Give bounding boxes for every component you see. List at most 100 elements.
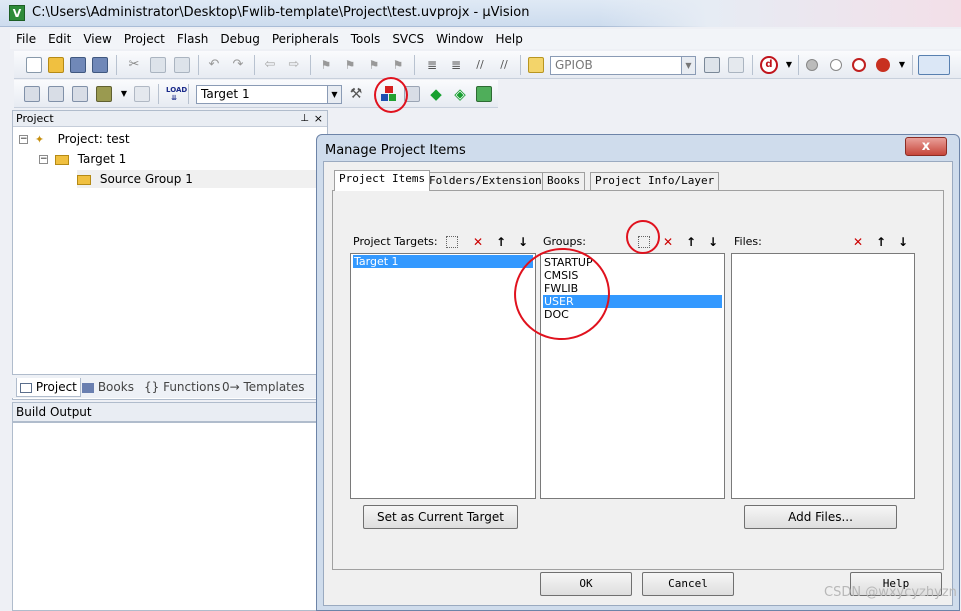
tab-books-label: Books <box>97 380 134 394</box>
new-target-icon[interactable] <box>446 236 458 248</box>
move-up-icon[interactable]: ↑ <box>872 234 890 250</box>
window-layout-icon[interactable] <box>918 55 950 75</box>
tab-folders-extensions[interactable]: Folders/Extensions <box>424 172 554 190</box>
menu-view[interactable]: View <box>77 29 117 49</box>
tree-item-target[interactable]: − Target 1 <box>39 150 126 168</box>
build-icon[interactable] <box>48 86 64 102</box>
chevron-down-icon[interactable]: ▼ <box>327 86 341 103</box>
find-combo[interactable]: GPIOB ▼ <box>550 56 696 75</box>
nav-back-icon[interactable]: ⇦ <box>262 57 278 73</box>
set-current-target-button[interactable]: Set as Current Target <box>363 505 518 529</box>
move-down-icon[interactable]: ↓ <box>894 234 912 250</box>
tab-project-info-layer[interactable]: Project Info/Layer <box>590 172 720 190</box>
undo-icon[interactable]: ↶ <box>206 57 222 73</box>
update-components-icon[interactable] <box>476 86 492 102</box>
targets-list[interactable]: Target 1 <box>350 253 536 499</box>
indent-icon[interactable]: ≣ <box>424 57 440 73</box>
menu-debug[interactable]: Debug <box>214 29 265 49</box>
bookmark-icon[interactable]: ⚑ <box>318 57 334 73</box>
cancel-button[interactable]: Cancel <box>642 572 734 596</box>
files-label: Files: <box>734 235 762 248</box>
translate-icon[interactable] <box>24 86 40 102</box>
watermark: CSDN @wxycyzhyzn <box>824 585 957 600</box>
prev-bookmark-icon[interactable]: ⚑ <box>342 57 358 73</box>
files-header: Files: ✕ ↑ ↓ <box>731 231 915 253</box>
nav-forward-icon[interactable]: ⇨ <box>286 57 302 73</box>
rebuild-icon[interactable] <box>72 86 88 102</box>
menu-svcs[interactable]: SVCS <box>386 29 430 49</box>
build-output-pane[interactable] <box>12 422 328 611</box>
disable-breakpoint-icon[interactable] <box>830 59 842 71</box>
delete-group-icon[interactable]: ✕ <box>659 234 677 250</box>
tab-project[interactable]: Project <box>16 378 81 397</box>
move-up-icon[interactable]: ↑ <box>682 234 700 250</box>
batch-dropdown-icon[interactable]: ▼ <box>116 86 132 102</box>
ok-button[interactable]: OK <box>540 572 632 596</box>
menu-tools[interactable]: Tools <box>345 29 387 49</box>
project-panel: Project ⊥ × − ✦ Project: test − Target 1… <box>12 110 328 400</box>
open-file-icon[interactable] <box>48 57 64 73</box>
kill-breakpoints-icon[interactable] <box>876 58 890 72</box>
unindent-icon[interactable]: ≣ <box>448 57 464 73</box>
menu-help[interactable]: Help <box>489 29 528 49</box>
find-combo-value: GPIOB <box>555 58 593 72</box>
tab-project-label: Project <box>35 380 77 394</box>
target-combo[interactable]: Target 1 ▼ <box>196 85 342 104</box>
delete-file-icon[interactable]: ✕ <box>849 234 867 250</box>
tab-books[interactable]: Books <box>542 172 586 190</box>
run-time-env-icon[interactable]: ◈ <box>452 86 468 102</box>
redo-icon[interactable]: ↷ <box>230 57 246 73</box>
annotation-circle-new-group <box>626 220 660 254</box>
tab-books[interactable]: Books <box>82 378 134 396</box>
files-list[interactable] <box>731 253 915 499</box>
dialog-close-button[interactable]: x <box>905 137 947 156</box>
stop-build-icon[interactable] <box>134 86 150 102</box>
breakpoint-dropdown-icon[interactable]: ▼ <box>894 57 910 73</box>
paste-icon[interactable] <box>174 57 190 73</box>
download-icon[interactable]: LOAD ⇊ <box>166 86 187 102</box>
new-file-icon[interactable] <box>26 57 42 73</box>
menu-edit[interactable]: Edit <box>42 29 77 49</box>
tab-project-items[interactable]: Project Items <box>334 170 431 191</box>
copy-icon[interactable] <box>150 57 166 73</box>
uvision-app-icon[interactable]: V <box>9 5 25 21</box>
tab-templates[interactable]: 0→ Templates <box>222 378 305 396</box>
save-icon[interactable] <box>70 57 86 73</box>
target-options-icon[interactable]: ⚒ <box>348 86 364 102</box>
tab-functions[interactable]: {} Functions <box>144 378 220 396</box>
menu-file[interactable]: File <box>10 29 42 49</box>
breakpoint-icon[interactable] <box>806 59 818 71</box>
disable-all-breakpoints-icon[interactable] <box>852 58 866 72</box>
chevron-down-icon[interactable]: ▼ <box>681 57 695 74</box>
add-files-button[interactable]: Add Files... <box>744 505 897 529</box>
menu-window[interactable]: Window <box>430 29 489 49</box>
debug-dropdown-icon[interactable]: ▼ <box>781 57 797 73</box>
close-icon[interactable]: × <box>314 111 323 127</box>
pin-icon[interactable]: ⊥ <box>300 111 309 127</box>
find-in-files-icon[interactable] <box>528 57 544 73</box>
batch-build-icon[interactable] <box>96 86 112 102</box>
pack-installer-icon[interactable]: ◆ <box>428 86 444 102</box>
delete-target-icon[interactable]: ✕ <box>469 234 487 250</box>
menu-flash[interactable]: Flash <box>171 29 214 49</box>
tree-item-project[interactable]: − ✦ Project: test <box>19 130 130 148</box>
collapse-icon[interactable]: − <box>19 135 28 144</box>
find-icon[interactable] <box>704 57 720 73</box>
debug-session-icon[interactable]: d <box>760 56 778 74</box>
uncomment-icon[interactable]: // <box>496 57 512 73</box>
move-down-icon[interactable]: ↓ <box>514 234 532 250</box>
list-item-target[interactable]: Target 1 <box>353 255 533 268</box>
menu-project[interactable]: Project <box>118 29 171 49</box>
clear-bookmarks-icon[interactable]: ⚑ <box>390 57 406 73</box>
save-all-icon[interactable] <box>92 57 108 73</box>
comment-icon[interactable]: // <box>472 57 488 73</box>
incremental-find-icon[interactable] <box>728 57 744 73</box>
tree-item-label: Project: test <box>57 132 130 146</box>
move-up-icon[interactable]: ↑ <box>492 234 510 250</box>
cut-icon[interactable]: ✂ <box>126 57 142 73</box>
menu-peripherals[interactable]: Peripherals <box>266 29 345 49</box>
move-down-icon[interactable]: ↓ <box>704 234 722 250</box>
tree-item-source-group[interactable]: Source Group 1 <box>77 170 321 188</box>
next-bookmark-icon[interactable]: ⚑ <box>366 57 382 73</box>
collapse-icon[interactable]: − <box>39 155 48 164</box>
